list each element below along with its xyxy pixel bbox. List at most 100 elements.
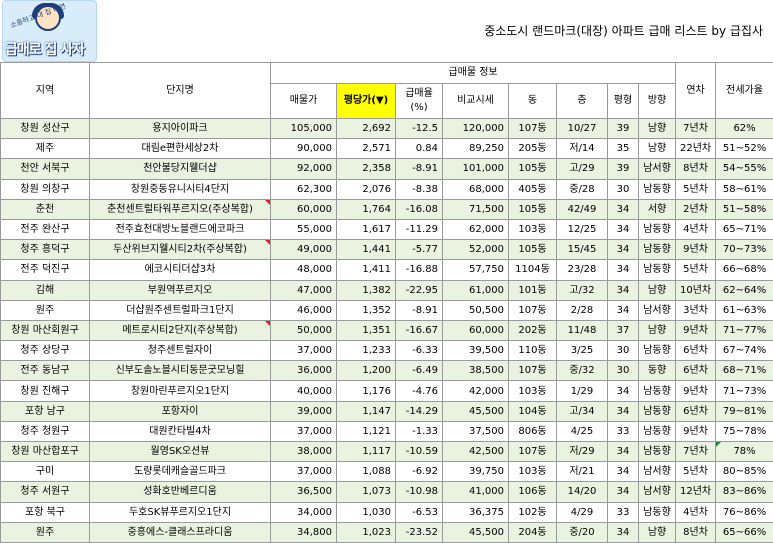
row-price: 39,000 (271, 401, 337, 421)
table-row: 청주 흥덕구두산위브지웰시티2차(주상복합)49,0001,441-5.7752… (1, 240, 773, 260)
row-dong: 107동 (509, 119, 557, 139)
row-jeonse: 78% (716, 442, 773, 462)
row-year: 8년차 (676, 522, 716, 542)
row-dong: 105동 (509, 159, 557, 179)
row-complex: 성화호반베르디움 (90, 482, 271, 502)
row-jeonse: 83~86% (716, 482, 773, 502)
row-year: 3년차 (676, 300, 716, 320)
row-region: 원주 (1, 300, 90, 320)
row-region: 청주 청원구 (1, 421, 90, 441)
row-floor: 10/27 (557, 119, 608, 139)
header-region: 지역 (1, 63, 90, 119)
row-pyeong: 34 (608, 300, 639, 320)
row-direction: 남향 (639, 320, 676, 340)
row-pyeong: 34 (608, 240, 639, 260)
row-drop: -6.92 (396, 462, 443, 482)
row-compare: 42,500 (443, 442, 509, 462)
row-price: 38,000 (271, 442, 337, 462)
table-row: 춘천춘천센트럴타워푸르지오(주상복합)60,0001,764-16.0871,5… (1, 199, 773, 219)
row-price: 60,000 (271, 199, 337, 219)
row-price: 105,000 (271, 119, 337, 139)
row-pyeong: 39 (608, 159, 639, 179)
row-region: 창원 마산회원구 (1, 320, 90, 340)
row-per-pyeong: 1,176 (337, 381, 396, 401)
row-complex: 포항자이 (90, 401, 271, 421)
row-compare: 37,500 (443, 421, 509, 441)
row-compare: 120,000 (443, 119, 509, 139)
row-region: 창원 마산합포구 (1, 442, 90, 462)
row-region: 전주 덕진구 (1, 260, 90, 280)
row-drop: -4.76 (396, 381, 443, 401)
row-per-pyeong: 1,147 (337, 401, 396, 421)
row-per-pyeong: 1,200 (337, 361, 396, 381)
row-pyeong: 34 (608, 522, 639, 542)
row-pyeong: 34 (608, 199, 639, 219)
row-floor: 고/32 (557, 280, 608, 300)
row-direction: 남동향 (639, 421, 676, 441)
row-dong: 110동 (509, 341, 557, 361)
table-row: 김해부원역푸르지오47,0001,382-22.9561,000101동고/32… (1, 280, 773, 300)
row-complex: 더샵원주센트럴파크1단지 (90, 300, 271, 320)
row-complex: 부원역푸르지오 (90, 280, 271, 300)
row-jeonse: 79~81% (716, 401, 773, 421)
row-per-pyeong: 1,023 (337, 522, 396, 542)
table-row: 구미도량롯데캐슬골드파크37,0001,088-6.9239,750103동저/… (1, 462, 773, 482)
row-floor: 중/28 (557, 179, 608, 199)
row-year: 12년차 (676, 482, 716, 502)
table-row: 창원 진해구창원마린푸르지오1단지40,0001,176-4.7642,0001… (1, 381, 773, 401)
row-drop: -14.29 (396, 401, 443, 421)
row-pyeong: 37 (608, 320, 639, 340)
row-direction: 남향 (639, 280, 676, 300)
row-per-pyeong: 1,088 (337, 462, 396, 482)
header-complex: 단지명 (90, 63, 271, 119)
row-complex: 전주효천대방노블랜드에코파크 (90, 219, 271, 239)
row-jeonse: 61~63% (716, 300, 773, 320)
row-jeonse: 71~73% (716, 381, 773, 401)
row-complex: 에코시티더샵3차 (90, 260, 271, 280)
row-region: 김해 (1, 280, 90, 300)
row-compare: 38,500 (443, 361, 509, 381)
row-jeonse: 68~71% (716, 361, 773, 381)
row-complex: 도량롯데캐슬골드파크 (90, 462, 271, 482)
row-direction: 남향 (639, 522, 676, 542)
row-compare: 45,500 (443, 522, 509, 542)
row-drop: -16.08 (396, 199, 443, 219)
row-direction: 남서향 (639, 482, 676, 502)
row-complex: 두호SK뷰푸르지오1단지 (90, 502, 271, 522)
header-year: 연차 (676, 63, 716, 119)
row-floor: 14/20 (557, 482, 608, 502)
row-year: 6년차 (676, 361, 716, 381)
row-pyeong: 34 (608, 280, 639, 300)
row-direction: 남동향 (639, 240, 676, 260)
row-direction: 남동향 (639, 219, 676, 239)
table-row: 전주 덕진구에코시티더샵3차48,0001,411-16.8857,750110… (1, 260, 773, 280)
row-per-pyeong: 1,117 (337, 442, 396, 462)
row-dong: 105동 (509, 199, 557, 219)
row-floor: 3/25 (557, 341, 608, 361)
row-floor: 고/29 (557, 159, 608, 179)
row-per-pyeong: 1,441 (337, 240, 396, 260)
listing-table: 지역 단지명 급매물 정보 연차 전세가율 매물가 평당가(▼) 급매율 (%)… (0, 62, 773, 543)
row-region: 청주 서원구 (1, 482, 90, 502)
row-year: 9년차 (676, 421, 716, 441)
row-year: 5년차 (676, 260, 716, 280)
row-price: 92,000 (271, 159, 337, 179)
row-compare: 61,000 (443, 280, 509, 300)
row-drop: -5.77 (396, 240, 443, 260)
row-direction: 남향 (639, 139, 676, 159)
row-region: 창원 의창구 (1, 179, 90, 199)
row-direction: 남동향 (639, 179, 676, 199)
table-row: 원주더샵원주센트럴파크1단지46,0001,352-8.9150,500107동… (1, 300, 773, 320)
row-floor: 저/29 (557, 442, 608, 462)
row-pyeong: 34 (608, 442, 639, 462)
header-price: 매물가 (271, 84, 337, 119)
row-region: 창원 성산구 (1, 119, 90, 139)
row-dong: 103동 (509, 219, 557, 239)
row-compare: 41,000 (443, 482, 509, 502)
row-dong: 204동 (509, 522, 557, 542)
header-per-pyeong[interactable]: 평당가(▼) (337, 84, 396, 119)
row-floor: 11/48 (557, 320, 608, 340)
row-region: 제주 (1, 139, 90, 159)
row-per-pyeong: 2,076 (337, 179, 396, 199)
row-compare: 50,500 (443, 300, 509, 320)
